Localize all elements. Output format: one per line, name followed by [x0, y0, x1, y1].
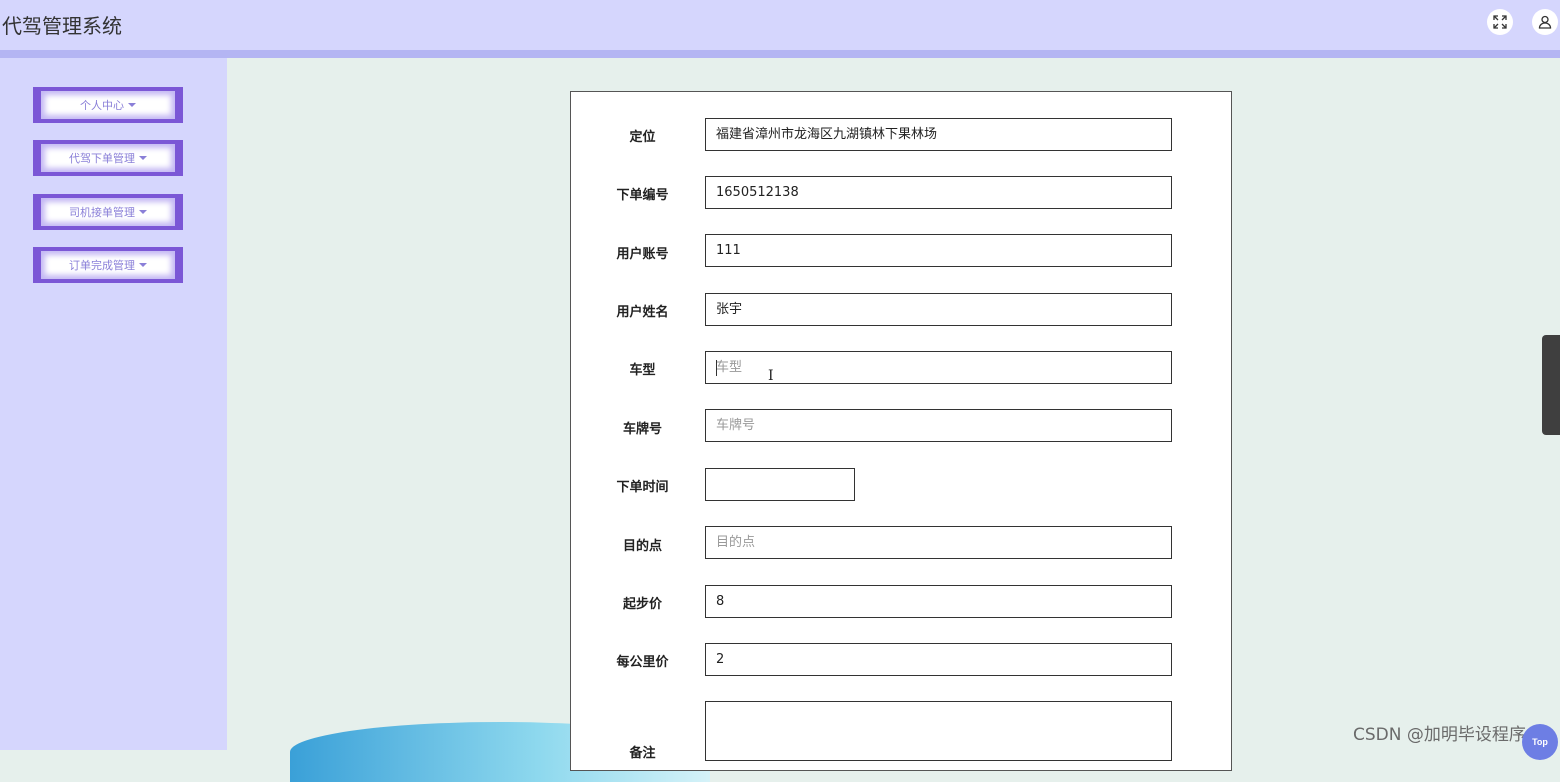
- user-icon[interactable]: [1532, 9, 1558, 35]
- fullscreen-icon[interactable]: [1487, 9, 1513, 35]
- back-to-top-button[interactable]: Top: [1522, 724, 1558, 760]
- side-scroll-tab[interactable]: [1542, 335, 1560, 435]
- user-name-label: 用户姓名: [616, 305, 669, 320]
- per-km-price-input[interactable]: 2: [705, 643, 1172, 676]
- location-label: 定位: [629, 130, 656, 145]
- destination-input[interactable]: 目的点: [705, 526, 1172, 559]
- sidebar-item-order-management[interactable]: 代驾下单管理: [33, 140, 183, 176]
- car-model-label: 车型: [629, 363, 656, 378]
- sidebar-item-driver-management[interactable]: 司机接单管理: [33, 194, 183, 230]
- car-model-placeholder: 车型: [716, 360, 743, 375]
- order-time-label: 下单时间: [616, 480, 669, 495]
- caret-down-icon: [139, 210, 147, 214]
- sidebar-item-completion-management[interactable]: 订单完成管理: [33, 247, 183, 283]
- text-cursor: [716, 360, 717, 376]
- top-bar: 代驾管理系统: [0, 0, 1560, 50]
- sidebar-item-personal-center[interactable]: 个人中心: [33, 87, 183, 123]
- order-no-label: 下单编号: [616, 188, 669, 203]
- sidebar-item-label: 司机接单管理: [69, 206, 135, 219]
- location-input[interactable]: 福建省漳州市龙海区九湖镇林下果林场: [705, 118, 1172, 151]
- base-price-input[interactable]: 8: [705, 585, 1172, 618]
- user-account-input[interactable]: 111: [705, 234, 1172, 267]
- car-model-input[interactable]: 车型 I: [705, 351, 1172, 384]
- header-divider: [0, 50, 1560, 58]
- plate-no-label: 车牌号: [622, 422, 662, 437]
- plate-no-input[interactable]: 车牌号: [705, 409, 1172, 442]
- sidebar-item-label: 订单完成管理: [69, 259, 135, 272]
- watermark: CSDN @加明毕设程序: [1353, 725, 1526, 745]
- per-km-price-label: 每公里价: [616, 655, 669, 670]
- sidebar-item-label: 个人中心: [80, 99, 124, 112]
- destination-label: 目的点: [622, 539, 662, 554]
- remark-textarea[interactable]: [705, 701, 1172, 761]
- sidebar-item-label: 代驾下单管理: [69, 152, 135, 165]
- caret-down-icon: [139, 156, 147, 160]
- order-no-input[interactable]: 1650512138: [705, 176, 1172, 209]
- user-account-label: 用户账号: [616, 247, 669, 262]
- remark-label: 备注: [629, 746, 656, 761]
- app-title: 代驾管理系统: [2, 14, 122, 38]
- sidebar: 个人中心 代驾下单管理 司机接单管理 订单完成管理: [0, 58, 227, 750]
- caret-down-icon: [128, 103, 136, 107]
- order-time-input[interactable]: [705, 468, 855, 501]
- user-name-input[interactable]: 张宇: [705, 293, 1172, 326]
- order-form: 定位 福建省漳州市龙海区九湖镇林下果林场 下单编号 1650512138 用户账…: [570, 91, 1232, 771]
- ibeam-cursor-icon: I: [768, 368, 774, 384]
- base-price-label: 起步价: [622, 597, 662, 612]
- caret-down-icon: [139, 263, 147, 267]
